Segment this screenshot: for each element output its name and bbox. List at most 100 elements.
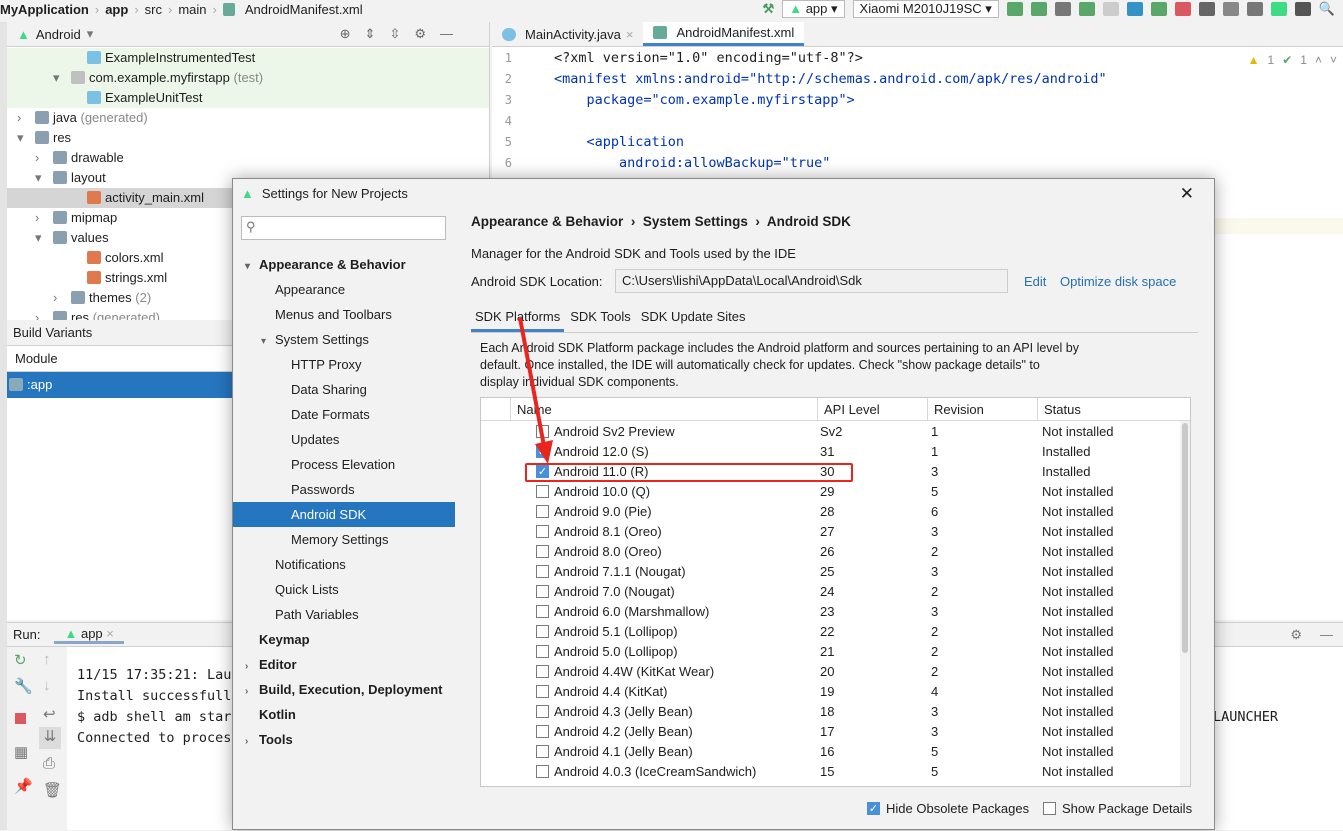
wrench-icon[interactable]: 🔧 — [14, 677, 33, 695]
project-view-select[interactable]: Android — [36, 27, 81, 42]
nav-item[interactable]: Notifications — [233, 552, 455, 577]
tab-mainactivity[interactable]: MainActivity.java × — [492, 22, 643, 46]
column-header-status[interactable]: Status — [1038, 398, 1190, 421]
package-checkbox[interactable] — [536, 505, 549, 518]
attach-icon[interactable] — [1102, 2, 1119, 16]
module-column-header[interactable]: Module — [7, 346, 232, 372]
nav-item[interactable]: Process Elevation — [233, 452, 455, 477]
package-checkbox[interactable]: ✓ — [536, 445, 549, 458]
package-checkbox[interactable] — [536, 585, 549, 598]
device-manager-icon[interactable] — [1222, 2, 1239, 16]
sdk-manager-icon[interactable] — [1294, 2, 1311, 16]
column-header-revision[interactable]: Revision — [928, 398, 1038, 421]
device-select[interactable]: Xiaomi M2010J19SC ▾ — [852, 0, 999, 18]
stop-icon[interactable] — [1174, 2, 1191, 16]
package-checkbox[interactable] — [536, 425, 549, 438]
arrow-up-icon[interactable]: ↑ — [43, 651, 51, 668]
gear-icon[interactable]: ⚙ — [1290, 627, 1302, 643]
debug-icon[interactable] — [1078, 2, 1095, 16]
table-row[interactable]: Android 4.3 (Jelly Bean) 18 3 Not instal… — [481, 702, 1179, 722]
package-checkbox[interactable] — [536, 765, 549, 778]
table-row[interactable]: Android Sv2 Preview Sv2 1 Not installed — [481, 422, 1179, 442]
expand-arrow-icon[interactable]: ▾ — [35, 168, 42, 188]
package-checkbox[interactable] — [536, 525, 549, 538]
build-hammer-icon[interactable]: ⚒ — [763, 1, 775, 17]
package-checkbox[interactable] — [536, 725, 549, 738]
nav-item[interactable]: › Tools — [233, 727, 455, 752]
table-row[interactable]: Android 9.0 (Pie) 28 6 Not installed — [481, 502, 1179, 522]
table-row[interactable]: Android 10.0 (Q) 29 5 Not installed — [481, 482, 1179, 502]
rerun-icon[interactable]: ↻ — [14, 651, 27, 669]
expand-arrow-icon[interactable]: › — [35, 148, 39, 168]
close-icon[interactable]: ✕ — [1180, 184, 1214, 204]
stop-icon[interactable] — [15, 713, 26, 724]
breadcrumb-item[interactable]: main — [178, 2, 206, 17]
rerun-icon[interactable] — [1006, 2, 1023, 16]
pin-icon[interactable]: 📌 — [14, 777, 33, 795]
package-checkbox[interactable] — [536, 705, 549, 718]
nav-item[interactable]: ▾ System Settings — [233, 327, 455, 352]
tree-item[interactable]: › drawable — [7, 148, 489, 168]
expand-all-icon[interactable]: ⇕ — [365, 26, 376, 42]
scroll-to-end-icon[interactable]: ⇊ — [39, 727, 61, 749]
apply-code-changes-icon[interactable] — [1054, 2, 1071, 16]
package-checkbox[interactable] — [536, 485, 549, 498]
nav-item[interactable]: Menus and Toolbars — [233, 302, 455, 327]
nav-item[interactable]: › Editor — [233, 652, 455, 677]
expand-arrow-icon[interactable]: ▾ — [53, 68, 60, 88]
edit-link[interactable]: Edit — [1024, 274, 1046, 289]
layout-icon[interactable]: ▦ — [14, 743, 28, 761]
tree-item[interactable]: ExampleInstrumentedTest — [7, 48, 489, 68]
table-row[interactable]: Android 8.0 (Oreo) 26 2 Not installed — [481, 542, 1179, 562]
nav-item[interactable]: ▾ Appearance & Behavior — [233, 252, 455, 277]
hide-obsolete-checkbox[interactable]: ✓ Hide Obsolete Packages — [867, 801, 1029, 816]
optimize-disk-link[interactable]: Optimize disk space — [1060, 274, 1176, 289]
tree-item[interactable]: › java (generated) — [7, 108, 489, 128]
expand-arrow-icon[interactable]: › — [35, 208, 39, 228]
nav-item[interactable]: Quick Lists — [233, 577, 455, 602]
table-scrollbar[interactable] — [1180, 421, 1190, 786]
minimize-icon[interactable]: — — [440, 26, 453, 42]
package-checkbox[interactable] — [536, 645, 549, 658]
attach-debugger-icon[interactable] — [1150, 2, 1167, 16]
tab-androidmanifest[interactable]: AndroidManifest.xml — [643, 22, 805, 46]
table-row[interactable]: Android 4.1 (Jelly Bean) 16 5 Not instal… — [481, 742, 1179, 762]
expand-arrow-icon[interactable]: › — [17, 108, 21, 128]
package-checkbox[interactable] — [536, 565, 549, 578]
table-row[interactable]: Android 4.4 (KitKat) 19 4 Not installed — [481, 682, 1179, 702]
table-row[interactable]: Android 6.0 (Marshmallow) 23 3 Not insta… — [481, 602, 1179, 622]
nav-item[interactable]: Updates — [233, 427, 455, 452]
minimize-icon[interactable]: — — [1320, 627, 1333, 643]
locate-icon[interactable]: ⊕ — [340, 26, 351, 42]
expand-arrow-icon[interactable]: ▾ — [17, 128, 24, 148]
nav-item[interactable]: › Build, Execution, Deployment — [233, 677, 455, 702]
package-checkbox[interactable] — [536, 745, 549, 758]
gear-icon[interactable]: ⚙ — [414, 26, 426, 42]
apply-changes-icon[interactable] — [1030, 2, 1047, 16]
project-structure-icon[interactable] — [1198, 2, 1215, 16]
package-checkbox[interactable] — [536, 545, 549, 558]
column-header-name[interactable]: Name — [511, 398, 818, 421]
chevron-down-icon[interactable]: ˅ — [1330, 53, 1337, 67]
nav-item[interactable]: Date Formats — [233, 402, 455, 427]
table-row[interactable]: Android 5.0 (Lollipop) 21 2 Not installe… — [481, 642, 1179, 662]
breadcrumb-item[interactable]: app — [105, 2, 128, 17]
close-icon[interactable]: × — [626, 22, 634, 47]
settings-search-input[interactable]: ⚲ — [241, 216, 446, 240]
nav-item[interactable]: Memory Settings — [233, 527, 455, 552]
table-row[interactable]: Android 4.2 (Jelly Bean) 17 3 Not instal… — [481, 722, 1179, 742]
profile-icon[interactable] — [1126, 2, 1143, 16]
avd-icon[interactable] — [1270, 2, 1287, 16]
tab-sdk-platforms[interactable]: SDK Platforms — [471, 305, 565, 332]
tab-sdk-update-sites[interactable]: SDK Update Sites — [637, 305, 750, 332]
tree-item[interactable]: ExampleUnitTest — [7, 88, 489, 108]
collapse-all-icon[interactable]: ⇳ — [389, 26, 400, 42]
nav-item[interactable]: Keymap — [233, 627, 455, 652]
tree-item[interactable]: ▾ res — [7, 128, 489, 148]
table-row[interactable]: Android 4.4W (KitKat Wear) 20 2 Not inst… — [481, 662, 1179, 682]
package-checkbox[interactable] — [536, 665, 549, 678]
breadcrumb-item[interactable]: MyApplication — [0, 2, 89, 17]
table-row[interactable]: Android 5.1 (Lollipop) 22 2 Not installe… — [481, 622, 1179, 642]
sdk-location-field[interactable]: C:\Users\lishi\AppData\Local\Android\Sdk — [615, 269, 1008, 293]
nav-item[interactable]: HTTP Proxy — [233, 352, 455, 377]
